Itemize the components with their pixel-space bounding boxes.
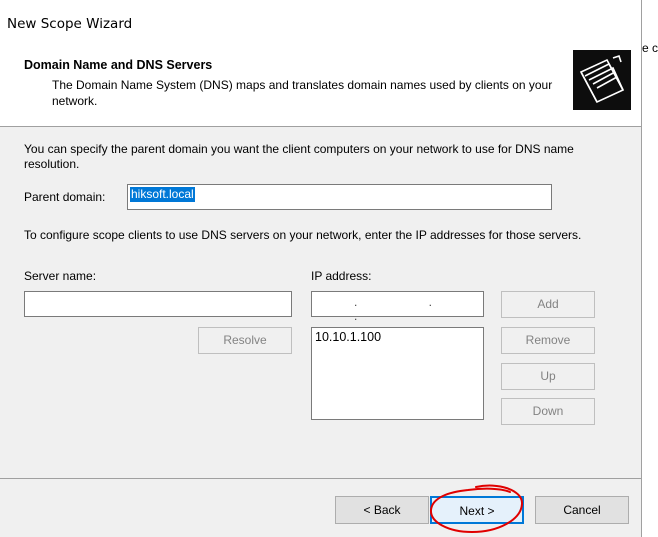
parent-domain-value: hiksoft.local [130, 187, 195, 202]
wizard-header: Domain Name and DNS Servers The Domain N… [0, 44, 641, 127]
cancel-button[interactable]: Cancel [535, 496, 629, 524]
next-button[interactable]: Next > [430, 496, 524, 524]
add-button[interactable]: Add [501, 291, 595, 318]
background-text-fragment: e c [642, 41, 658, 55]
intro-text: You can specify the parent domain you wa… [24, 142, 574, 171]
page-description: The Domain Name System (DNS) maps and tr… [52, 78, 553, 108]
window-title: New Scope Wizard [7, 16, 133, 32]
title-bar: New Scope Wizard [0, 0, 641, 44]
footer-divider [0, 478, 641, 479]
back-button[interactable]: < Back [335, 496, 429, 524]
resolve-button[interactable]: Resolve [198, 327, 292, 354]
ip-address-input[interactable]: . . . [311, 291, 484, 323]
ip-address-list[interactable]: 10.10.1.100 [311, 327, 484, 420]
parent-domain-input[interactable]: hiksoft.local [127, 184, 552, 210]
parent-domain-label: Parent domain: [24, 190, 106, 204]
folders-icon [573, 50, 631, 110]
remove-button[interactable]: Remove [501, 327, 595, 354]
new-scope-wizard-window: New Scope Wizard Domain Name and DNS Ser… [0, 0, 642, 537]
list-item[interactable]: 10.10.1.100 [315, 330, 381, 344]
ip-address-value: . . . [354, 295, 467, 323]
configure-text: To configure scope clients to use DNS se… [24, 228, 582, 242]
server-name-input[interactable] [24, 291, 292, 317]
ip-address-label: IP address: [311, 269, 372, 283]
down-button[interactable]: Down [501, 398, 595, 425]
page-title: Domain Name and DNS Servers [24, 58, 213, 72]
server-name-label: Server name: [24, 269, 97, 283]
up-button[interactable]: Up [501, 363, 595, 390]
